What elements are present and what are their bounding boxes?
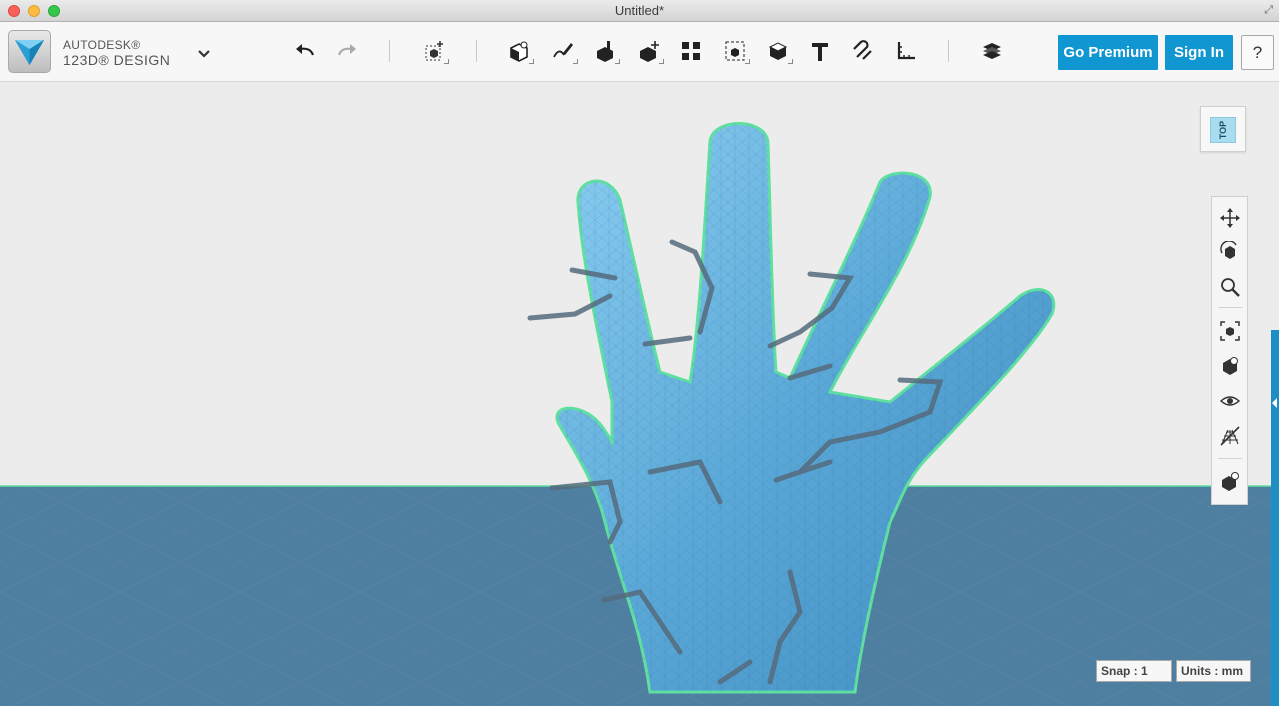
combine-icon: [768, 42, 788, 60]
3d-viewport[interactable]: TOP: [0, 82, 1279, 706]
text-button[interactable]: [805, 36, 835, 66]
measure-button[interactable]: [891, 36, 921, 66]
help-button[interactable]: ?: [1241, 35, 1274, 70]
grid-toggle-button[interactable]: [1217, 423, 1243, 449]
dropdown-corner: [745, 59, 750, 64]
grouping-icon: [725, 41, 745, 61]
material-button[interactable]: [977, 36, 1007, 66]
views-button[interactable]: [1217, 353, 1243, 379]
modify-button[interactable]: [634, 36, 664, 66]
app-logo-icon: [15, 40, 44, 65]
dropdown-corner: [573, 59, 578, 64]
scene-canvas: [0, 122, 1279, 706]
app-menu-chevron-icon[interactable]: [196, 46, 212, 60]
toolbar-separator: [389, 40, 390, 62]
undo-button[interactable]: [290, 36, 320, 66]
orbit-button[interactable]: [1217, 239, 1243, 265]
eye-icon: [1219, 396, 1241, 406]
snap-indicator[interactable]: Snap : 1: [1096, 660, 1172, 682]
primitives-icon: [510, 41, 528, 62]
sign-in-button[interactable]: Sign In: [1165, 35, 1233, 70]
toolbar-separator: [476, 40, 477, 62]
pattern-icon: [682, 42, 700, 60]
window-title: Untitled*: [614, 3, 665, 18]
views-icon: [1223, 357, 1238, 375]
toolbar-separator: [948, 40, 949, 62]
primitives-button[interactable]: [504, 36, 534, 66]
snap-icon: [853, 40, 872, 60]
view-cube-label: TOP: [1218, 120, 1228, 140]
fullscreen-icon[interactable]: ⤢: [1264, 4, 1273, 17]
app-logo[interactable]: [8, 30, 51, 73]
orbit-icon: [1220, 241, 1237, 259]
dropdown-corner: [788, 59, 793, 64]
brand-company: AUTODESK®: [63, 38, 141, 52]
text-icon: [812, 43, 828, 61]
pan-icon: [1220, 208, 1240, 228]
side-panel-toggle[interactable]: [1271, 330, 1279, 706]
dropdown-corner: [659, 59, 664, 64]
view-cube[interactable]: TOP: [1200, 106, 1246, 152]
main-toolbar: AUTODESK® 123D® DESIGN Go Premium Sign I…: [0, 22, 1279, 82]
sketch-button[interactable]: [548, 36, 578, 66]
construct-icon: [597, 41, 613, 62]
material-settings-icon: [1222, 472, 1239, 491]
visibility-button[interactable]: [1217, 388, 1243, 414]
fit-button[interactable]: [1217, 318, 1243, 344]
transform-button[interactable]: [419, 36, 449, 66]
pan-button[interactable]: [1217, 205, 1243, 231]
fit-icon: [1220, 321, 1240, 341]
window-titlebar: Untitled* ⤢: [0, 0, 1279, 22]
navbar-separator: [1218, 307, 1242, 308]
view-cube-top-face[interactable]: TOP: [1210, 117, 1236, 143]
dropdown-corner: [529, 59, 534, 64]
dropdown-corner: [444, 59, 449, 64]
transform-icon: [425, 41, 443, 61]
construct-button[interactable]: [590, 36, 620, 66]
measure-icon: [897, 42, 915, 60]
modify-icon: [640, 41, 659, 62]
navbar-separator: [1218, 458, 1242, 459]
zoom-button[interactable]: [1217, 274, 1243, 300]
redo-icon: [337, 44, 356, 56]
combine-button[interactable]: [763, 36, 793, 66]
sketch-icon: [553, 43, 573, 58]
dropdown-corner: [615, 59, 620, 64]
undo-icon: [296, 44, 315, 56]
layers-icon: [983, 43, 1001, 59]
expand-panel-icon: [1272, 398, 1277, 408]
pattern-button[interactable]: [676, 36, 706, 66]
redo-button[interactable]: [332, 36, 362, 66]
navigation-bar: [1211, 196, 1248, 505]
units-indicator[interactable]: Units : mm: [1176, 660, 1251, 682]
grid-icon: [1220, 426, 1240, 446]
material-settings-button[interactable]: [1217, 468, 1243, 494]
grouping-button[interactable]: [720, 36, 750, 66]
zoom-icon: [1221, 278, 1240, 297]
go-premium-button[interactable]: Go Premium: [1058, 35, 1158, 70]
snap-button[interactable]: [848, 36, 878, 66]
brand-product: 123D® DESIGN: [63, 52, 171, 68]
